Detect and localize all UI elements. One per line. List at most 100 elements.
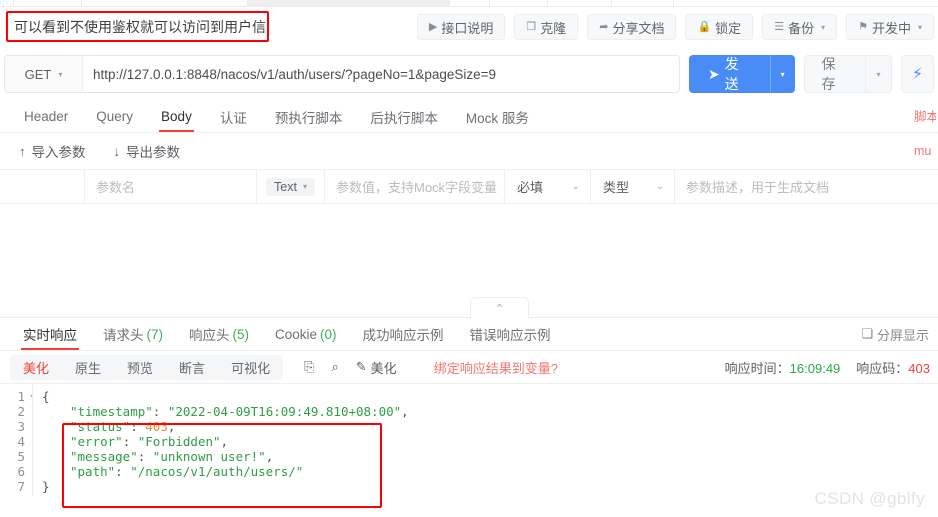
- json-content[interactable]: { "timestamp": "2022-04-09T16:09:49.810+…: [32, 384, 938, 496]
- view-mode-raw[interactable]: 原生: [62, 355, 114, 380]
- json-line: }: [42, 479, 50, 494]
- param-required-dropdown[interactable]: 必填 ⌄: [505, 170, 591, 203]
- panel-divider: ⌃: [0, 297, 938, 318]
- view-mode-visualize[interactable]: 可视化: [218, 355, 283, 380]
- tab-header[interactable]: Header: [10, 101, 82, 132]
- method-label: GET: [24, 66, 52, 82]
- split-screen-button[interactable]: ❏ 分屏显示: [861, 325, 929, 344]
- backup-icon: ☰: [774, 20, 785, 33]
- response-tab-response-headers[interactable]: 响应头 (5): [176, 318, 262, 350]
- beautify-button[interactable]: ✎ 美化: [356, 358, 397, 377]
- url-input-group: GET ▾ http://127.0.0.1:8848/nacos/v1/aut…: [4, 55, 680, 93]
- param-value-input[interactable]: 参数值，支持Mock字段变量: [325, 170, 505, 203]
- response-tab-success-example[interactable]: 成功响应示例: [350, 318, 457, 350]
- tab-query[interactable]: Query: [82, 101, 147, 132]
- status-button[interactable]: ⚑ 开发中 ▾: [846, 14, 934, 40]
- window-tab-strip: [0, 0, 938, 7]
- param-name-input[interactable]: 参数名: [85, 170, 257, 203]
- send-plane-icon: ➤: [708, 65, 720, 82]
- response-time: 响应时间：16:09:49: [725, 358, 841, 377]
- url-input[interactable]: http://127.0.0.1:8848/nacos/v1/auth/user…: [83, 56, 679, 92]
- line-number: 7: [17, 479, 25, 494]
- response-tab-count: (5): [232, 326, 250, 342]
- backup-label: 备份: [788, 20, 815, 36]
- play-icon: ▶: [428, 20, 438, 33]
- json-line: "timestamp": "2022-04-09T16:09:49.810+08…: [70, 404, 409, 419]
- arrow-down-icon: ↓: [113, 143, 121, 159]
- tab-auth[interactable]: 认证: [206, 101, 261, 132]
- send-dropdown-button[interactable]: ▾: [769, 55, 795, 93]
- import-params-button[interactable]: ↑ 导入参数: [19, 141, 86, 161]
- response-tab-realtime[interactable]: 实时响应: [10, 318, 90, 350]
- chevron-down-icon: ▾: [917, 22, 922, 32]
- clipped-side-panel-label: 脚本: [914, 110, 936, 124]
- beautify-label: 美化: [370, 360, 397, 376]
- export-params-button[interactable]: ↓ 导出参数: [114, 141, 181, 161]
- response-code-value: 403: [908, 360, 930, 376]
- response-tab-error-example[interactable]: 错误响应示例: [457, 318, 564, 350]
- line-number: 1 ▾: [17, 389, 34, 404]
- chevron-down-icon: ▾: [58, 69, 63, 79]
- brush-icon: ✎: [355, 359, 367, 374]
- response-code-label: 响应码：: [856, 360, 909, 376]
- param-required-label: 必填: [517, 180, 544, 195]
- response-tab-label: 实时响应: [23, 328, 77, 343]
- param-type-dropdown[interactable]: Text ▾: [266, 177, 315, 196]
- param-type-cell: Text ▾: [257, 170, 325, 203]
- tab-pre-script[interactable]: 预执行脚本: [261, 101, 357, 132]
- bind-response-to-variable-link[interactable]: 绑定响应结果到变量?: [434, 358, 558, 377]
- tab-strip-segment: [14, 0, 82, 6]
- tab-mock-service[interactable]: Mock 服务: [452, 101, 543, 132]
- tab-body[interactable]: Body: [147, 101, 206, 132]
- params-actions-row: ↑ 导入参数 ↓ 导出参数 mu: [0, 133, 938, 170]
- response-tabs: 实时响应 请求头 (7) 响应头 (5) Cookie (0) 成功响应示例 错…: [0, 318, 938, 351]
- api-doc-button[interactable]: ▶ 接口说明: [416, 14, 506, 40]
- clone-button[interactable]: ❐ 克隆: [514, 14, 579, 40]
- status-label: 开发中: [871, 20, 911, 36]
- line-number: 6: [17, 464, 25, 479]
- param-select-cell[interactable]: [0, 170, 85, 203]
- response-tab-cookie[interactable]: Cookie (0): [262, 318, 350, 350]
- line-number: 4: [17, 434, 25, 449]
- view-mode-beautify[interactable]: 美化: [10, 355, 62, 380]
- response-tab-request-headers[interactable]: 请求头 (7): [90, 318, 176, 350]
- param-kind-dropdown[interactable]: 类型 ⌄: [591, 170, 675, 203]
- header-row: 可以看到不使用鉴权就可以访问到用户信息 ▶ 接口说明 ❐ 克隆 ➦ 分享文档 🔒…: [0, 7, 938, 48]
- line-number-gutter: 1 ▾ 2 3 4 5 6 7: [0, 384, 34, 496]
- view-mode-assert[interactable]: 断言: [166, 355, 218, 380]
- response-tab-label: 请求头: [103, 328, 144, 343]
- line-number: 5: [17, 449, 25, 464]
- view-mode-preview[interactable]: 预览: [114, 355, 166, 380]
- save-dropdown-button[interactable]: ▾: [865, 56, 891, 92]
- share-icon: ➦: [599, 20, 609, 33]
- chevron-down-icon: ▾: [876, 69, 881, 79]
- annotation-text: 可以看到不使用鉴权就可以访问到用户信息: [14, 18, 269, 35]
- lock-button[interactable]: 🔒 锁定: [685, 14, 754, 40]
- response-tab-label: 响应头: [189, 328, 230, 343]
- backup-button[interactable]: ☰ 备份 ▾: [762, 14, 838, 40]
- tab-post-script[interactable]: 后执行脚本: [356, 101, 452, 132]
- response-meta: 响应时间：16:09:49 响应码：403: [725, 358, 930, 377]
- export-params-label: 导出参数: [126, 145, 180, 160]
- response-tools: ⎘ ⌕ ✎ 美化 绑定响应结果到变量?: [304, 358, 558, 377]
- line-number: 2: [17, 404, 25, 419]
- search-button[interactable]: ⌕: [331, 359, 338, 375]
- copy-button[interactable]: ⎘: [304, 359, 314, 375]
- json-line: "message": "unknown user!",: [70, 449, 274, 464]
- flag-icon: ⚑: [858, 20, 868, 33]
- json-line: "error": "Forbidden",: [70, 434, 229, 449]
- quick-action-button[interactable]: ⚡: [900, 55, 934, 93]
- response-tab-label: Cookie: [275, 326, 318, 342]
- clipped-side-panel-text: mu: [914, 144, 932, 158]
- share-doc-button[interactable]: ➦ 分享文档: [587, 14, 677, 40]
- send-button[interactable]: ➤ 发送: [689, 55, 770, 93]
- top-toolbar: ▶ 接口说明 ❐ 克隆 ➦ 分享文档 🔒 锁定 ☰ 备份 ▾ ⚑ 开发中 ▾: [416, 14, 934, 40]
- tab-strip-segment-active: [248, 0, 450, 6]
- chevron-down-icon: ⌄: [655, 181, 664, 192]
- send-button-group: ➤ 发送 ▾: [689, 55, 795, 93]
- chevron-down-icon: ▾: [821, 22, 826, 32]
- save-button[interactable]: 保存: [805, 56, 866, 92]
- method-selector[interactable]: GET ▾: [5, 56, 83, 92]
- param-description-input[interactable]: 参数描述，用于生成文档: [675, 170, 938, 203]
- collapse-panel-button[interactable]: ⌃: [470, 297, 529, 318]
